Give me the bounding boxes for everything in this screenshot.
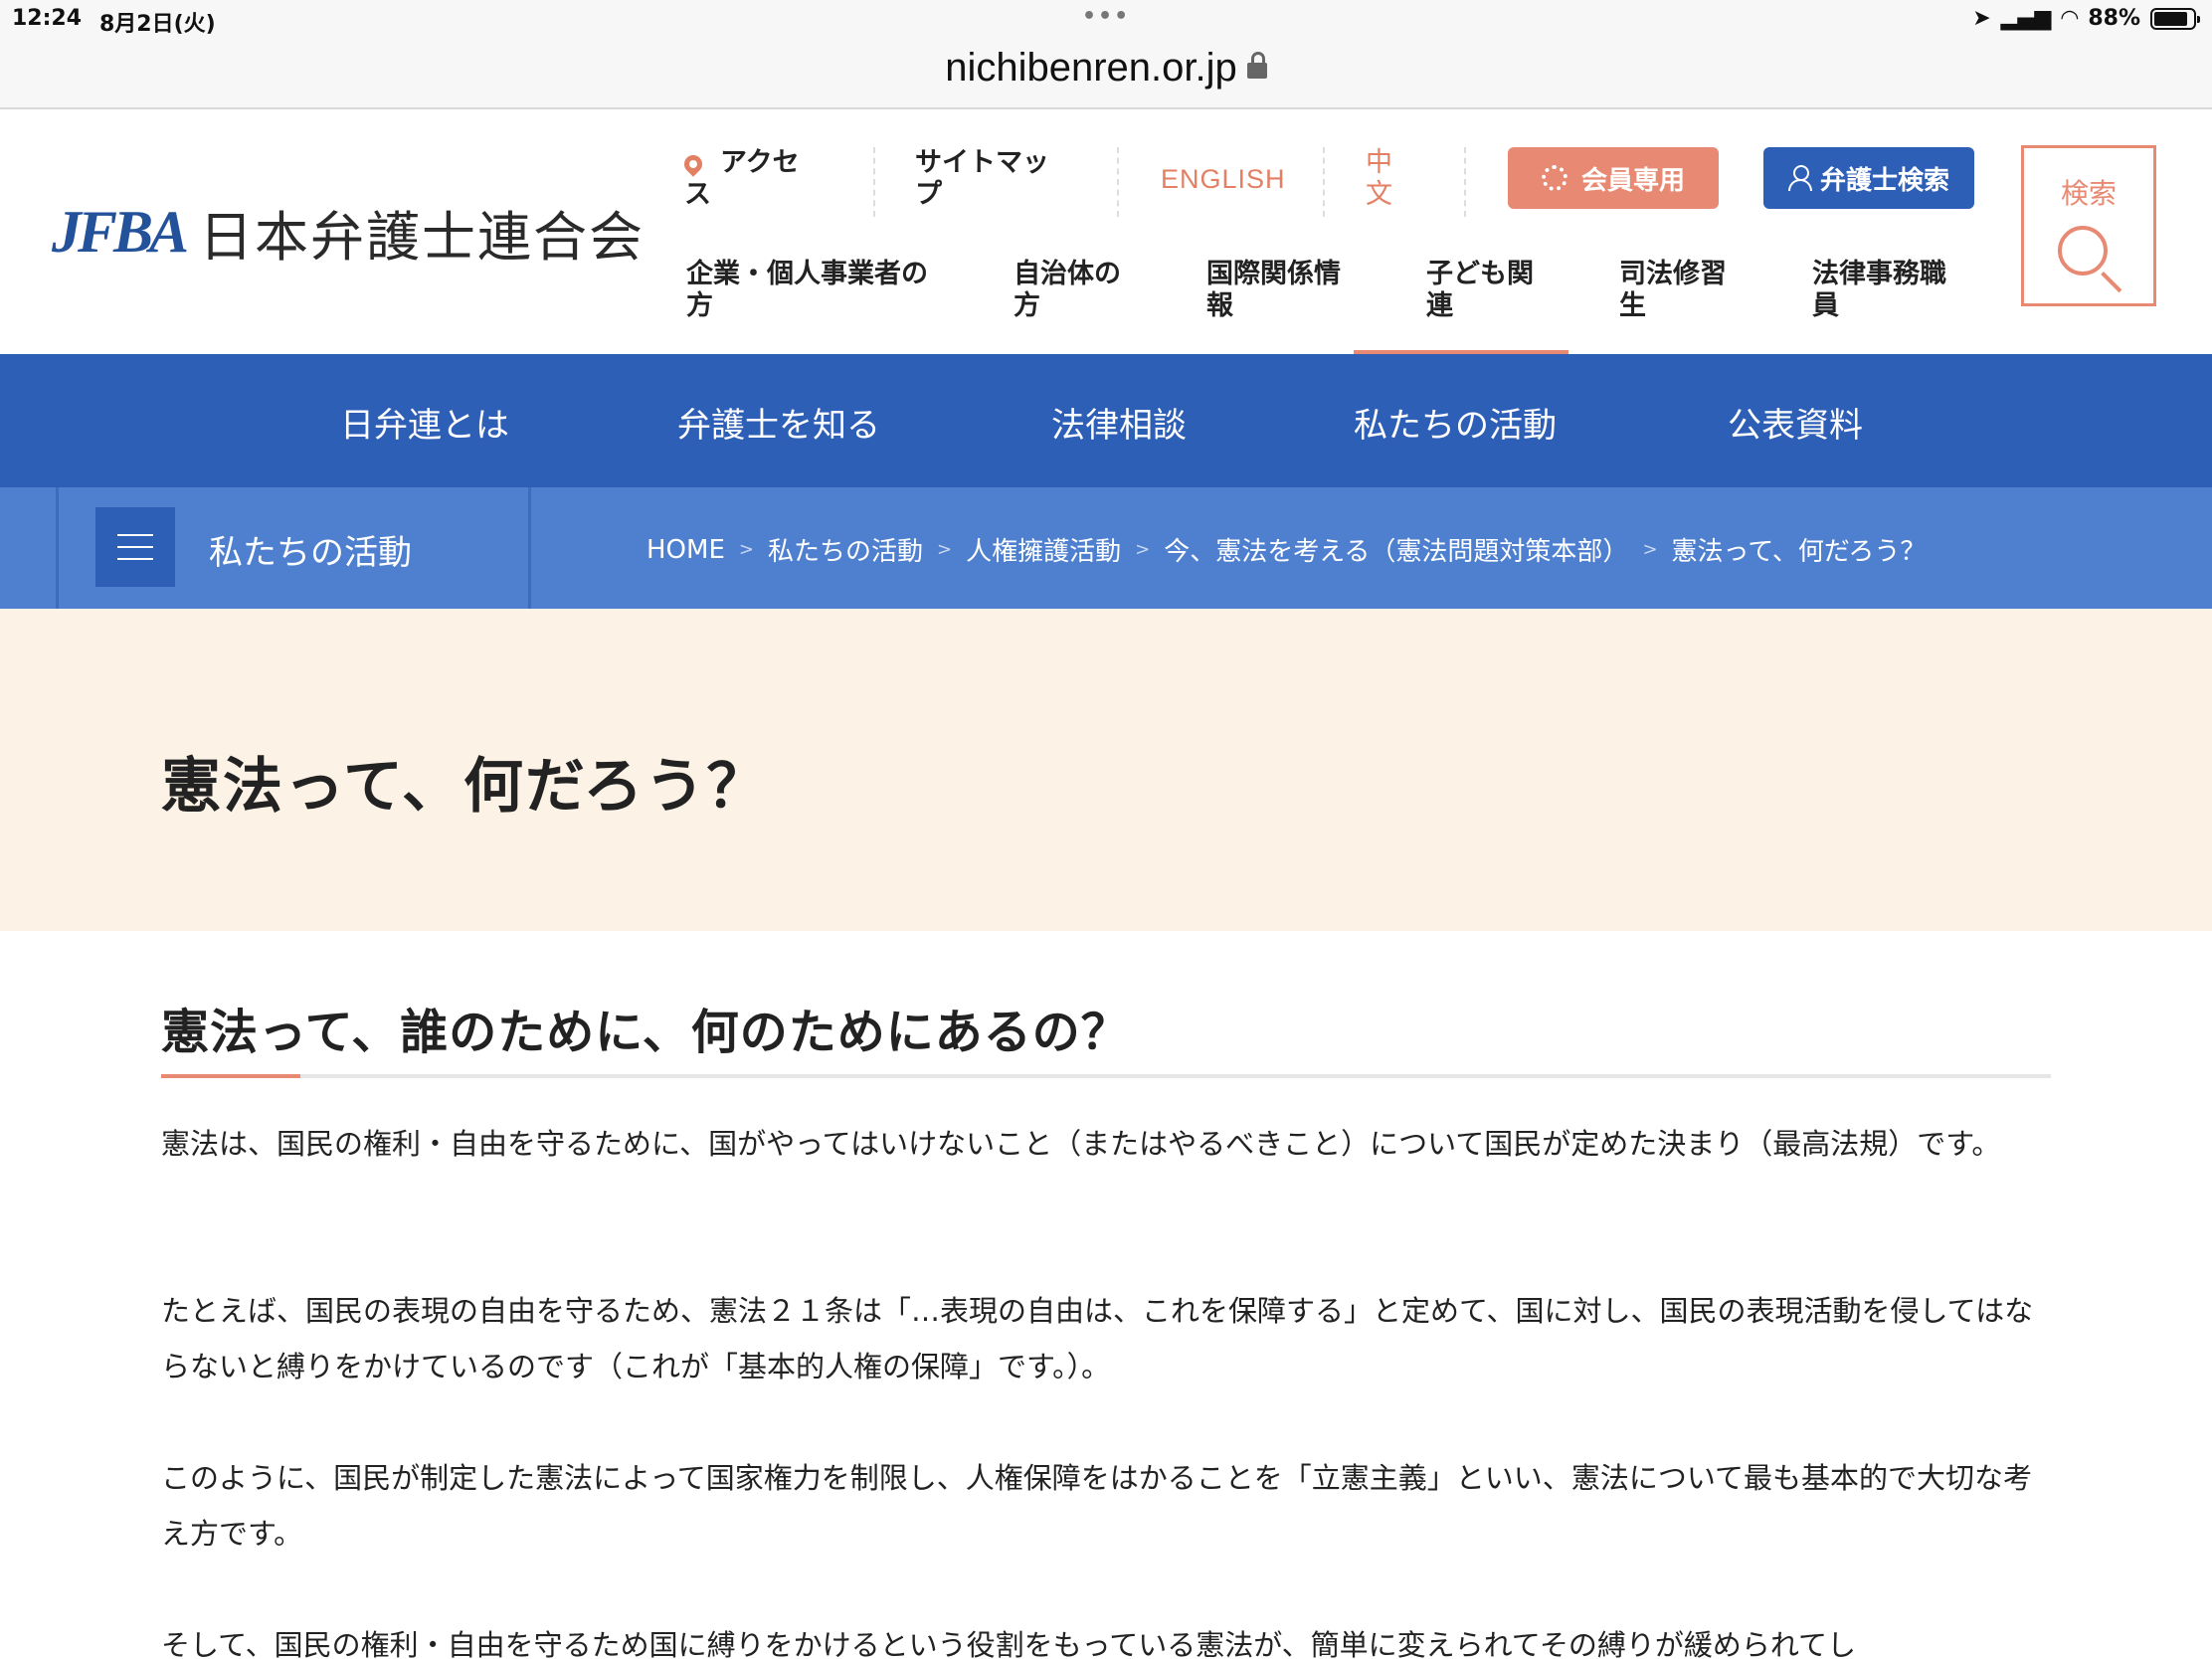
- category-municipality[interactable]: 自治体の方: [1014, 259, 1143, 322]
- url-bar[interactable]: nichibenren.or.jp: [0, 40, 2212, 109]
- paragraph: このように、国民が制定した憲法によって国家権力を制限し、人権保障をはかることを「…: [161, 1461, 2032, 1551]
- logo-name: 日本弁護士連合会: [199, 206, 645, 269]
- sitemap-link[interactable]: サイトマップ: [915, 147, 1064, 211]
- breadcrumb-separator-icon: >: [738, 539, 754, 560]
- breadcrumb-separator-icon: >: [1642, 539, 1658, 560]
- page-title: 憲法って、何だろう？: [161, 752, 769, 822]
- breadcrumb-activities[interactable]: 私たちの活動: [768, 531, 923, 568]
- member-only-button[interactable]: 会員専用: [1508, 147, 1719, 209]
- breadcrumb-home[interactable]: HOME: [646, 535, 725, 565]
- category-children[interactable]: 子ども関連: [1426, 259, 1546, 322]
- breadcrumb-human-rights[interactable]: 人権擁護活動: [966, 531, 1121, 568]
- breadcrumb-current: 憲法って、何だろう？: [1671, 537, 1927, 567]
- flower-icon: [1541, 165, 1567, 191]
- breadcrumb: HOME > 私たちの活動 > 人権擁護活動 > 今、憲法を考える（憲法問題対策…: [646, 531, 1926, 568]
- nav-lawyers[interactable]: 弁護士を知る: [677, 398, 880, 447]
- access-link[interactable]: アクセス: [680, 147, 814, 211]
- lock-icon: [1246, 52, 1267, 79]
- paragraph: 憲法は、国民の権利・自由を守るために、国がやってはいけないこと（またはやるべきこ…: [161, 1127, 2001, 1161]
- category-legal-staff[interactable]: 法律事務職員: [1812, 259, 1971, 322]
- site-logo[interactable]: JFBA 日本弁護士連合会: [52, 193, 645, 272]
- url-text[interactable]: nichibenren.or.jp: [945, 46, 1237, 90]
- main-navigation: 日弁連とは 弁護士を知る 法律相談 私たちの活動 公表資料: [0, 354, 2212, 487]
- category-business[interactable]: 企業・個人事業者の方: [686, 259, 945, 322]
- multitask-dots-icon[interactable]: •••: [1082, 4, 1130, 29]
- access-label: アクセス: [684, 147, 800, 210]
- map-pin-icon: [680, 151, 706, 177]
- search-label: 検索: [2060, 177, 2117, 210]
- lawyer-search-label: 弁護士検索: [1819, 165, 1949, 196]
- signal-icon: ▂▄▆: [2000, 6, 2052, 31]
- heading-accent: [161, 1074, 300, 1078]
- nav-activities[interactable]: 私たちの活動: [1354, 398, 1557, 447]
- nav-publications[interactable]: 公表資料: [1728, 398, 1863, 447]
- english-link[interactable]: ENGLISH: [1161, 163, 1286, 195]
- page-title-band: 憲法って、何だろう？: [0, 609, 2212, 931]
- paragraph: そして、国民の権利・自由を守るため国に縛りをかけるという役割をもっている憲法が、…: [161, 1628, 1857, 1659]
- person-search-icon: [1787, 165, 1812, 191]
- lawyer-search-button[interactable]: 弁護士検索: [1763, 147, 1974, 209]
- member-button-label: 会員専用: [1580, 165, 1685, 196]
- battery-percent: 88%: [2088, 6, 2140, 31]
- section-bar: 私たちの活動 HOME > 私たちの活動 > 人権擁護活動 > 今、憲法を考える…: [0, 487, 2212, 609]
- category-international[interactable]: 国際関係情報: [1206, 259, 1366, 322]
- location-icon: ➤: [1972, 6, 1991, 31]
- search-button[interactable]: 検索: [2021, 145, 2156, 306]
- search-icon: [2058, 226, 2108, 276]
- paragraph: たとえば、国民の表現の自由を守るため、憲法２１条は「…表現の自由は、これを保障す…: [161, 1294, 2034, 1383]
- breadcrumb-separator-icon: >: [1135, 539, 1151, 560]
- logo-mark: JFBA: [52, 199, 189, 265]
- status-bar: 12:24 8月2日(火) ••• ➤ ▂▄▆ ◠ 88%: [0, 0, 2212, 40]
- battery-icon: [2150, 7, 2200, 30]
- site-header: JFBA 日本弁護士連合会 アクセス サイトマップ ENGLISH 中文 会員専…: [0, 111, 2212, 354]
- breadcrumb-separator-icon: >: [937, 539, 953, 560]
- nav-about[interactable]: 日弁連とは: [340, 398, 509, 447]
- nav-consultation[interactable]: 法律相談: [1051, 398, 1187, 447]
- chinese-link[interactable]: 中文: [1366, 147, 1395, 211]
- heading-underline: [161, 1074, 2051, 1078]
- breadcrumb-constitution[interactable]: 今、憲法を考える（憲法問題対策本部）: [1164, 531, 1628, 568]
- status-time: 12:24: [12, 6, 83, 31]
- category-legal-trainee[interactable]: 司法修習生: [1619, 259, 1739, 322]
- status-date: 8月2日(火): [99, 12, 216, 37]
- wifi-icon: ◠: [2061, 6, 2079, 31]
- menu-toggle-icon[interactable]: [95, 507, 175, 587]
- section-heading: 憲法って、誰のために、何のためにあるの？: [161, 1005, 1130, 1060]
- section-title: 私たちの活動: [209, 533, 412, 573]
